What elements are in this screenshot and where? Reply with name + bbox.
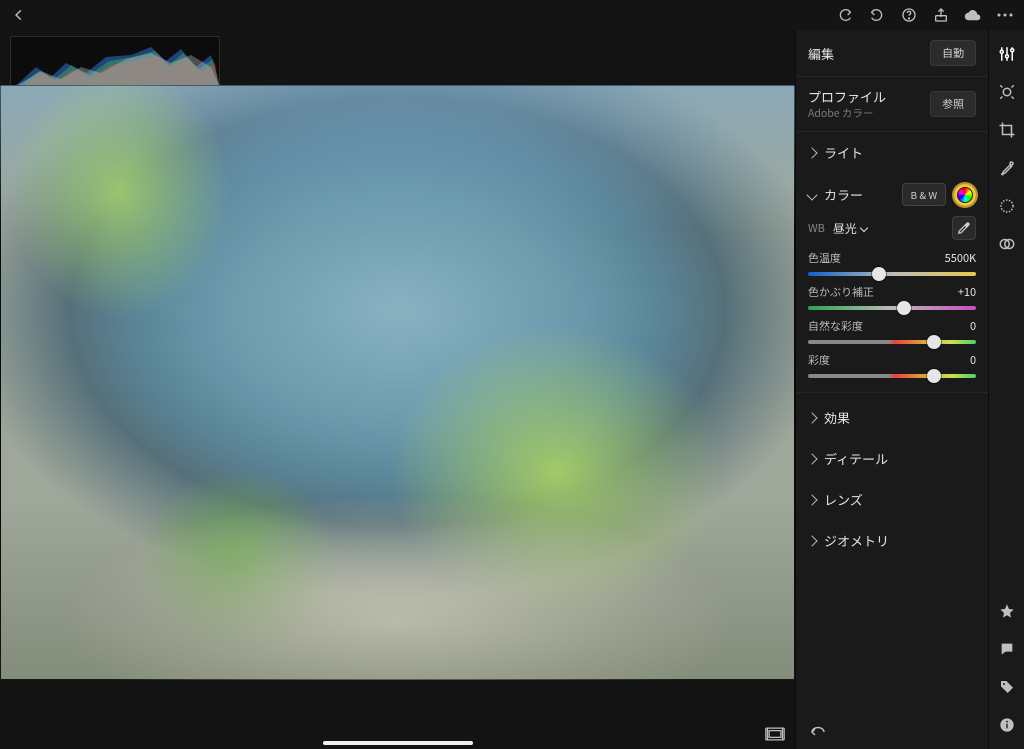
section-light[interactable]: ライト [796, 132, 988, 173]
profile-value: Adobe カラー [808, 106, 886, 121]
slider-thumb[interactable] [897, 301, 911, 315]
photo-preview[interactable] [0, 85, 795, 680]
section-geometry[interactable]: ジオメトリ [796, 520, 988, 561]
section-detail[interactable]: ディテール [796, 438, 988, 479]
section-effect[interactable]: 効果 [796, 397, 988, 438]
bw-button[interactable]: B & W [902, 183, 947, 206]
info-icon[interactable] [997, 715, 1017, 735]
slider-label: 色かぶり補正 [808, 284, 874, 300]
edit-label: 編集 [808, 44, 834, 63]
color-mixer-button[interactable] [954, 184, 976, 206]
canvas-column [0, 30, 795, 749]
wb-value: 昼光 [833, 220, 857, 237]
slider-value: +10 [958, 284, 976, 300]
wb-dropdown[interactable]: 昼光 [833, 220, 867, 237]
heal-icon[interactable] [997, 82, 1017, 102]
masking-icon[interactable] [997, 234, 1017, 254]
share-icon[interactable] [932, 6, 950, 24]
slider-thumb[interactable] [927, 369, 941, 383]
section-light-label: ライト [824, 143, 863, 162]
slider-saturation[interactable]: 彩度 0 [796, 346, 988, 388]
chevron-right-icon [806, 494, 817, 505]
undo-icon[interactable] [868, 6, 886, 24]
slider-tint[interactable]: 色かぶり補正 +10 [796, 278, 988, 312]
more-icon[interactable] [996, 6, 1014, 24]
section-lens-label: レンズ [824, 490, 863, 509]
histogram[interactable] [10, 36, 220, 90]
section-lens[interactable]: レンズ [796, 479, 988, 520]
reset-icon[interactable] [808, 719, 828, 739]
chevron-down-icon [860, 224, 868, 232]
slider-vibrance[interactable]: 自然な彩度 0 [796, 312, 988, 346]
slider-value: 0 [970, 352, 976, 368]
brush-icon[interactable] [997, 158, 1017, 178]
wb-label: WB [808, 220, 825, 236]
edit-panel: 編集 自動 プロファイル Adobe カラー 参照 ライト カラー B & W [795, 30, 988, 749]
section-color-label[interactable]: カラー [824, 185, 894, 204]
filmstrip-icon[interactable] [765, 727, 785, 741]
right-toolbar [988, 30, 1024, 749]
slider-thumb[interactable] [872, 267, 886, 281]
section-geometry-label: ジオメトリ [824, 531, 889, 550]
star-icon[interactable] [997, 601, 1017, 621]
top-bar [0, 0, 1024, 30]
crop-icon[interactable] [997, 120, 1017, 140]
radial-icon[interactable] [997, 196, 1017, 216]
chevron-right-icon [806, 412, 817, 423]
tag-icon[interactable] [997, 677, 1017, 697]
help-icon[interactable] [900, 6, 918, 24]
wb-eyedropper-button[interactable] [952, 216, 976, 240]
adjust-icon[interactable] [997, 44, 1017, 64]
profile-label: プロファイル [808, 87, 886, 106]
redo-icon[interactable] [836, 6, 854, 24]
slider-label: 自然な彩度 [808, 318, 863, 334]
slider-label: 色温度 [808, 250, 841, 266]
color-wheel-icon [958, 188, 972, 202]
chevron-right-icon [806, 147, 817, 158]
slider-temperature[interactable]: 色温度 5500K [796, 244, 988, 278]
section-effect-label: 効果 [824, 408, 850, 427]
chevron-right-icon [806, 535, 817, 546]
browse-profile-button[interactable]: 参照 [930, 91, 976, 117]
comment-icon[interactable] [997, 639, 1017, 659]
auto-button[interactable]: 自動 [930, 40, 976, 66]
home-indicator [323, 741, 473, 745]
slider-thumb[interactable] [927, 335, 941, 349]
slider-value: 5500K [945, 250, 977, 266]
cloud-icon[interactable] [964, 6, 982, 24]
slider-value: 0 [970, 318, 976, 334]
chevron-down-icon[interactable] [806, 189, 817, 200]
chevron-right-icon [806, 453, 817, 464]
section-detail-label: ディテール [824, 449, 888, 468]
back-icon[interactable] [10, 6, 28, 24]
slider-label: 彩度 [808, 352, 830, 368]
